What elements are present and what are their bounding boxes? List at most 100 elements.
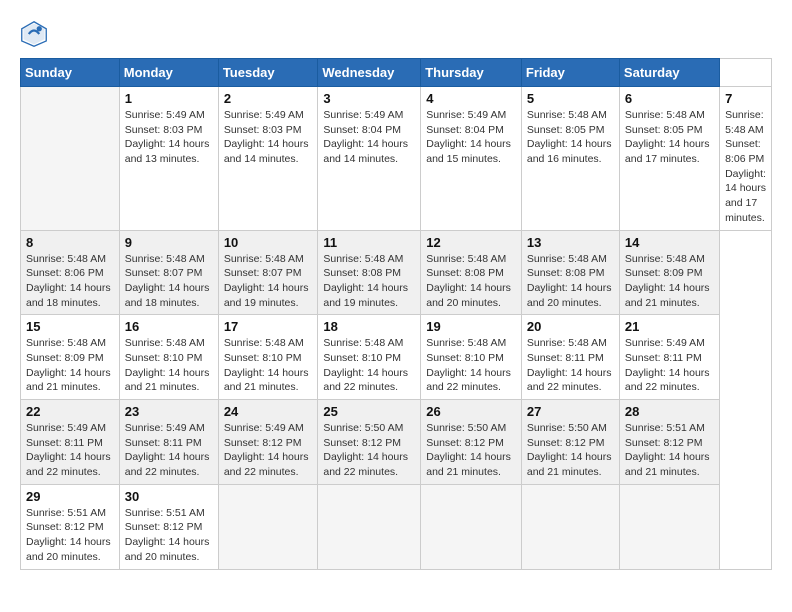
calendar-day-cell: 11 Sunrise: 5:48 AMSunset: 8:08 PMDaylig… [318, 230, 421, 315]
calendar-day-cell [521, 484, 619, 569]
day-info: Sunrise: 5:50 AMSunset: 8:12 PMDaylight:… [323, 421, 415, 480]
day-info: Sunrise: 5:49 AMSunset: 8:04 PMDaylight:… [426, 108, 516, 167]
day-info: Sunrise: 5:48 AMSunset: 8:10 PMDaylight:… [426, 336, 516, 395]
calendar-week-row: 8 Sunrise: 5:48 AMSunset: 8:06 PMDayligh… [21, 230, 772, 315]
day-info: Sunrise: 5:51 AMSunset: 8:12 PMDaylight:… [125, 506, 213, 565]
day-info: Sunrise: 5:48 AMSunset: 8:05 PMDaylight:… [625, 108, 714, 167]
day-number: 13 [527, 235, 614, 250]
calendar-day-cell: 6 Sunrise: 5:48 AMSunset: 8:05 PMDayligh… [619, 87, 719, 231]
calendar-day-cell: 24 Sunrise: 5:49 AMSunset: 8:12 PMDaylig… [218, 400, 318, 485]
day-info: Sunrise: 5:49 AMSunset: 8:04 PMDaylight:… [323, 108, 415, 167]
calendar-header-row: SundayMondayTuesdayWednesdayThursdayFrid… [21, 59, 772, 87]
day-info: Sunrise: 5:49 AMSunset: 8:12 PMDaylight:… [224, 421, 313, 480]
calendar-day-cell: 12 Sunrise: 5:48 AMSunset: 8:08 PMDaylig… [421, 230, 522, 315]
day-header-thursday: Thursday [421, 59, 522, 87]
day-number: 1 [125, 91, 213, 106]
day-info: Sunrise: 5:49 AMSunset: 8:11 PMDaylight:… [125, 421, 213, 480]
day-number: 26 [426, 404, 516, 419]
day-number: 17 [224, 319, 313, 334]
day-number: 25 [323, 404, 415, 419]
calendar-day-cell: 10 Sunrise: 5:48 AMSunset: 8:07 PMDaylig… [218, 230, 318, 315]
calendar-day-cell [619, 484, 719, 569]
day-number: 12 [426, 235, 516, 250]
calendar-day-cell: 18 Sunrise: 5:48 AMSunset: 8:10 PMDaylig… [318, 315, 421, 400]
day-number: 24 [224, 404, 313, 419]
calendar-day-cell: 23 Sunrise: 5:49 AMSunset: 8:11 PMDaylig… [119, 400, 218, 485]
day-number: 21 [625, 319, 714, 334]
day-info: Sunrise: 5:50 AMSunset: 8:12 PMDaylight:… [426, 421, 516, 480]
day-number: 18 [323, 319, 415, 334]
page-header [20, 20, 772, 48]
calendar-day-cell: 14 Sunrise: 5:48 AMSunset: 8:09 PMDaylig… [619, 230, 719, 315]
calendar-day-cell: 30 Sunrise: 5:51 AMSunset: 8:12 PMDaylig… [119, 484, 218, 569]
day-number: 8 [26, 235, 114, 250]
calendar-week-row: 1 Sunrise: 5:49 AMSunset: 8:03 PMDayligh… [21, 87, 772, 231]
day-info: Sunrise: 5:51 AMSunset: 8:12 PMDaylight:… [26, 506, 114, 565]
day-number: 27 [527, 404, 614, 419]
calendar-day-cell: 9 Sunrise: 5:48 AMSunset: 8:07 PMDayligh… [119, 230, 218, 315]
day-header-monday: Monday [119, 59, 218, 87]
day-number: 30 [125, 489, 213, 504]
day-info: Sunrise: 5:48 AMSunset: 8:09 PMDaylight:… [625, 252, 714, 311]
day-info: Sunrise: 5:49 AMSunset: 8:11 PMDaylight:… [26, 421, 114, 480]
day-info: Sunrise: 5:48 AMSunset: 8:06 PMDaylight:… [725, 108, 766, 226]
day-number: 10 [224, 235, 313, 250]
calendar-day-cell: 21 Sunrise: 5:49 AMSunset: 8:11 PMDaylig… [619, 315, 719, 400]
day-number: 20 [527, 319, 614, 334]
day-number: 11 [323, 235, 415, 250]
day-info: Sunrise: 5:48 AMSunset: 8:08 PMDaylight:… [323, 252, 415, 311]
day-info: Sunrise: 5:50 AMSunset: 8:12 PMDaylight:… [527, 421, 614, 480]
calendar-day-cell: 16 Sunrise: 5:48 AMSunset: 8:10 PMDaylig… [119, 315, 218, 400]
calendar-day-cell: 5 Sunrise: 5:48 AMSunset: 8:05 PMDayligh… [521, 87, 619, 231]
calendar-day-cell: 20 Sunrise: 5:48 AMSunset: 8:11 PMDaylig… [521, 315, 619, 400]
calendar-day-cell [421, 484, 522, 569]
day-number: 9 [125, 235, 213, 250]
day-number: 29 [26, 489, 114, 504]
day-info: Sunrise: 5:48 AMSunset: 8:06 PMDaylight:… [26, 252, 114, 311]
calendar-day-cell: 2 Sunrise: 5:49 AMSunset: 8:03 PMDayligh… [218, 87, 318, 231]
day-info: Sunrise: 5:48 AMSunset: 8:10 PMDaylight:… [125, 336, 213, 395]
day-info: Sunrise: 5:49 AMSunset: 8:03 PMDaylight:… [125, 108, 213, 167]
calendar-week-row: 15 Sunrise: 5:48 AMSunset: 8:09 PMDaylig… [21, 315, 772, 400]
calendar-day-cell: 15 Sunrise: 5:48 AMSunset: 8:09 PMDaylig… [21, 315, 120, 400]
calendar-day-cell: 13 Sunrise: 5:48 AMSunset: 8:08 PMDaylig… [521, 230, 619, 315]
day-info: Sunrise: 5:48 AMSunset: 8:08 PMDaylight:… [426, 252, 516, 311]
calendar-day-cell: 8 Sunrise: 5:48 AMSunset: 8:06 PMDayligh… [21, 230, 120, 315]
day-number: 7 [725, 91, 766, 106]
calendar-day-cell [218, 484, 318, 569]
day-number: 28 [625, 404, 714, 419]
calendar-day-cell: 25 Sunrise: 5:50 AMSunset: 8:12 PMDaylig… [318, 400, 421, 485]
empty-cell [21, 87, 120, 231]
calendar-day-cell: 17 Sunrise: 5:48 AMSunset: 8:10 PMDaylig… [218, 315, 318, 400]
logo [20, 20, 52, 48]
day-info: Sunrise: 5:48 AMSunset: 8:08 PMDaylight:… [527, 252, 614, 311]
calendar-week-row: 22 Sunrise: 5:49 AMSunset: 8:11 PMDaylig… [21, 400, 772, 485]
day-number: 14 [625, 235, 714, 250]
day-number: 19 [426, 319, 516, 334]
day-info: Sunrise: 5:48 AMSunset: 8:07 PMDaylight:… [224, 252, 313, 311]
calendar-day-cell: 27 Sunrise: 5:50 AMSunset: 8:12 PMDaylig… [521, 400, 619, 485]
day-header-saturday: Saturday [619, 59, 719, 87]
day-header-wednesday: Wednesday [318, 59, 421, 87]
day-info: Sunrise: 5:48 AMSunset: 8:07 PMDaylight:… [125, 252, 213, 311]
day-number: 5 [527, 91, 614, 106]
day-number: 15 [26, 319, 114, 334]
calendar-table: SundayMondayTuesdayWednesdayThursdayFrid… [20, 58, 772, 570]
calendar-week-row: 29 Sunrise: 5:51 AMSunset: 8:12 PMDaylig… [21, 484, 772, 569]
day-number: 16 [125, 319, 213, 334]
day-header-sunday: Sunday [21, 59, 120, 87]
calendar-day-cell: 28 Sunrise: 5:51 AMSunset: 8:12 PMDaylig… [619, 400, 719, 485]
day-info: Sunrise: 5:48 AMSunset: 8:11 PMDaylight:… [527, 336, 614, 395]
day-info: Sunrise: 5:48 AMSunset: 8:05 PMDaylight:… [527, 108, 614, 167]
day-number: 2 [224, 91, 313, 106]
day-header-friday: Friday [521, 59, 619, 87]
day-number: 6 [625, 91, 714, 106]
day-number: 4 [426, 91, 516, 106]
day-info: Sunrise: 5:48 AMSunset: 8:10 PMDaylight:… [224, 336, 313, 395]
calendar-day-cell: 4 Sunrise: 5:49 AMSunset: 8:04 PMDayligh… [421, 87, 522, 231]
day-info: Sunrise: 5:49 AMSunset: 8:11 PMDaylight:… [625, 336, 714, 395]
calendar-day-cell: 7 Sunrise: 5:48 AMSunset: 8:06 PMDayligh… [720, 87, 772, 231]
calendar-day-cell: 1 Sunrise: 5:49 AMSunset: 8:03 PMDayligh… [119, 87, 218, 231]
day-info: Sunrise: 5:49 AMSunset: 8:03 PMDaylight:… [224, 108, 313, 167]
calendar-day-cell: 29 Sunrise: 5:51 AMSunset: 8:12 PMDaylig… [21, 484, 120, 569]
